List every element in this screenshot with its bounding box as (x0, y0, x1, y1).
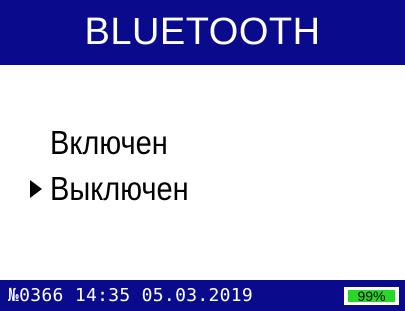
title-bar: BLUETOOTH (0, 0, 405, 65)
menu-item-off[interactable]: Выключен (0, 166, 405, 212)
clock-date: 05.03.2019 (141, 285, 254, 306)
device-screen: BLUETOOTH Включен Выключен №0366 14:35 0… (0, 0, 405, 311)
menu-item-on[interactable]: Включен (0, 120, 405, 166)
battery-percentage: 99% (357, 288, 386, 304)
triangle-right-icon (28, 180, 44, 198)
device-number: №0366 (8, 285, 64, 306)
bluetooth-menu: Включен Выключен (0, 120, 405, 212)
menu-item-label: Выключен (50, 170, 189, 207)
clock-time: 14:35 (74, 285, 131, 306)
status-bar: №0366 14:35 05.03.2019 99% (0, 280, 405, 311)
page-title: BLUETOOTH (84, 11, 321, 53)
battery-indicator: 99% (344, 287, 399, 305)
menu-item-label: Включен (50, 124, 168, 161)
status-text: №0366 14:35 05.03.2019 (8, 285, 253, 306)
